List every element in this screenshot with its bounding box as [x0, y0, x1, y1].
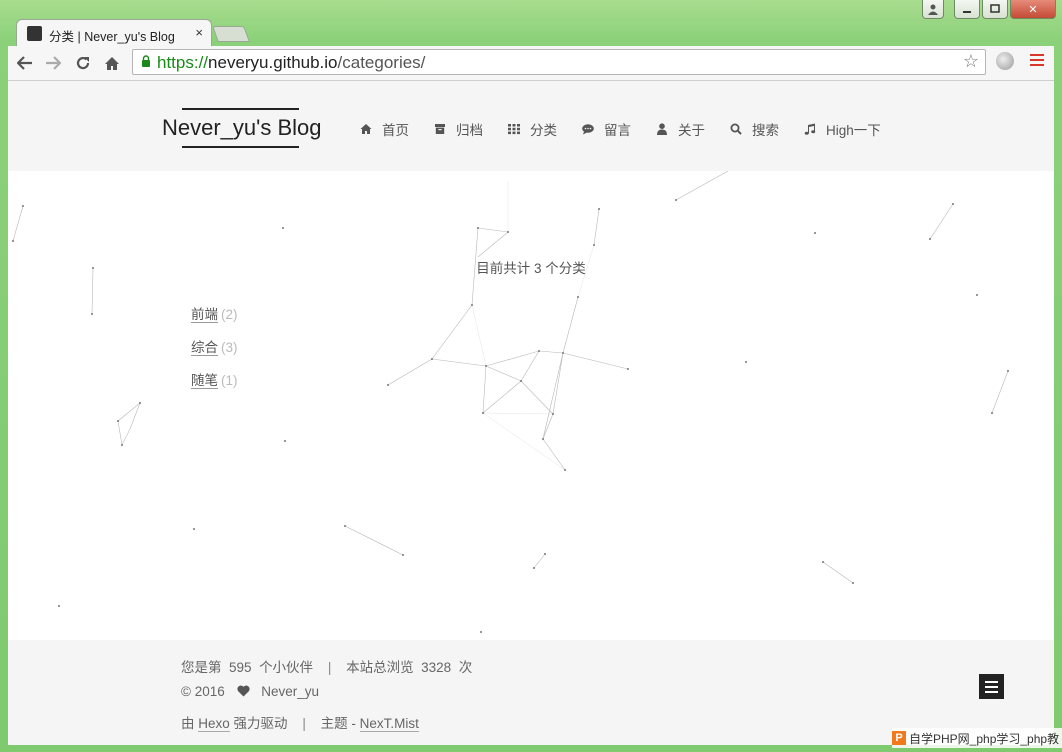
url-scheme: https:// [157, 53, 209, 72]
brand-line-top [182, 108, 299, 110]
maximize-icon [990, 4, 1000, 13]
list-item: 随笔 (1) [191, 369, 238, 389]
menu-item-archives[interactable]: 归档 [434, 119, 483, 139]
site-header: Never_yu's Blog 首页 归档 分类 留言 关于 搜索 High一下 [8, 81, 1054, 171]
menu-item-label: 归档 [456, 123, 483, 138]
copyright-author: Never_yu [261, 684, 320, 699]
footer-separator: | [327, 660, 332, 675]
extension-globe-icon[interactable] [996, 52, 1014, 70]
theme-link[interactable]: NexT.Mist [359, 716, 419, 732]
watermark-text: 自学PHP网_php学习_php教 [909, 731, 1060, 746]
menu-item-label: 分类 [530, 123, 557, 138]
url-text: https://neveryu.github.io/categories/ [157, 53, 425, 73]
browser-menu-icon[interactable] [1030, 54, 1044, 69]
search-icon [730, 123, 742, 135]
category-link[interactable]: 综合 [191, 340, 218, 356]
browser-tab[interactable]: 分类 | Never_yu's Blog × [16, 19, 212, 47]
menu-item-label: 留言 [604, 123, 631, 138]
menu-item-label: 关于 [678, 123, 705, 138]
menu-item-label: High一下 [826, 123, 881, 138]
visitor-count: 595 [229, 660, 252, 675]
visitor-stats: 您是第 595 个小伙伴 | 本站总浏览 3328 次 [181, 656, 472, 676]
user-profile-button[interactable] [922, 0, 944, 19]
back-button[interactable] [14, 52, 36, 74]
menu-item-guestbook[interactable]: 留言 [582, 119, 631, 139]
comment-icon [582, 124, 594, 135]
browser-window: ✕ 分类 | Never_yu's Blog × https://neveryu… [0, 0, 1062, 752]
page-viewport: Never_yu's Blog 首页 归档 分类 留言 关于 搜索 High一下… [8, 81, 1054, 745]
category-list: 前端 (2) 综合 (3) 随笔 (1) [191, 303, 238, 402]
forward-arrow-icon [46, 56, 61, 70]
favicon-icon [27, 26, 42, 41]
page-view-count: 3328 [421, 660, 452, 675]
hamburger-line [985, 686, 998, 688]
lock-icon [142, 55, 150, 67]
list-item: 前端 (2) [191, 303, 238, 323]
window-controls: ✕ [922, 0, 1056, 19]
menu-item-home[interactable]: 首页 [360, 119, 409, 139]
hamburger-line [985, 691, 998, 693]
visitors-suffix: 个小伙伴 [259, 660, 314, 675]
brand-line-bottom [182, 146, 299, 148]
user-icon [928, 4, 938, 15]
menu-item-music[interactable]: High一下 [804, 119, 881, 139]
powered-prefix: 由 [181, 716, 195, 731]
home-icon [105, 56, 119, 70]
site-menu: 首页 归档 分类 留言 关于 搜索 High一下 [360, 119, 906, 139]
menu-item-search[interactable]: 搜索 [730, 119, 779, 139]
category-post-count: (2) [221, 307, 238, 322]
visitors-prefix: 您是第 [181, 660, 222, 675]
watermark-logo-icon: P [892, 731, 906, 745]
powered-by: 由 Hexo 强力驱动 | 主题 - NexT.Mist [181, 712, 419, 732]
home-button[interactable] [101, 52, 123, 74]
copyright: © 2016 Never_yu [181, 684, 319, 699]
views-prefix: 本站总浏览 [346, 660, 414, 675]
archive-icon [435, 124, 445, 134]
copyright-year: © 2016 [181, 684, 225, 699]
menu-item-label: 首页 [382, 123, 409, 138]
particle-lines [12, 170, 1009, 584]
home-icon [360, 124, 372, 134]
close-window-button[interactable]: ✕ [1010, 0, 1056, 19]
menu-item-categories[interactable]: 分类 [508, 119, 557, 139]
th-icon [508, 124, 520, 135]
reload-icon [76, 56, 90, 70]
site-title[interactable]: Never_yu's Blog [162, 115, 322, 141]
tab-title: 分类 | Never_yu's Blog [49, 30, 175, 44]
user-icon [657, 123, 667, 135]
heart-icon [236, 685, 250, 697]
reload-button[interactable] [72, 52, 94, 74]
category-link[interactable]: 随笔 [191, 373, 218, 389]
category-link[interactable]: 前端 [191, 307, 218, 323]
minimize-button[interactable] [954, 0, 980, 19]
forward-button[interactable] [42, 52, 64, 74]
bookmark-star-icon[interactable]: ☆ [963, 51, 979, 72]
category-count: 目前共计 3 个分类 [476, 261, 586, 276]
powered-suffix: 强力驱动 [233, 716, 288, 731]
music-icon [804, 123, 816, 135]
watermark: P 自学PHP网_php学习_php教 [892, 728, 1062, 748]
back-arrow-icon [17, 56, 32, 70]
hexo-link[interactable]: Hexo [198, 716, 230, 732]
category-post-count: (3) [221, 340, 238, 355]
browser-toolbar: https://neveryu.github.io/categories/ ☆ [8, 46, 1054, 81]
theme-prefix: 主题 - [320, 716, 356, 731]
views-suffix: 次 [458, 660, 473, 675]
sidebar-toggle-button[interactable] [979, 674, 1004, 699]
tab-close-icon[interactable]: × [195, 25, 203, 40]
url-path: /categories/ [337, 53, 426, 72]
category-post-count: (1) [221, 373, 238, 388]
menu-item-about[interactable]: 关于 [656, 119, 705, 139]
address-bar[interactable]: https://neveryu.github.io/categories/ ☆ [132, 49, 986, 75]
menu-item-label: 搜索 [752, 123, 779, 138]
url-host: neveryu.github.io [208, 53, 338, 72]
new-tab-button[interactable] [212, 26, 250, 42]
list-item: 综合 (3) [191, 336, 238, 356]
particle-faint-lines [471, 181, 595, 471]
maximize-button[interactable] [982, 0, 1008, 19]
hamburger-line [985, 681, 998, 683]
minimize-icon [963, 11, 971, 13]
footer-separator: | [302, 716, 306, 731]
